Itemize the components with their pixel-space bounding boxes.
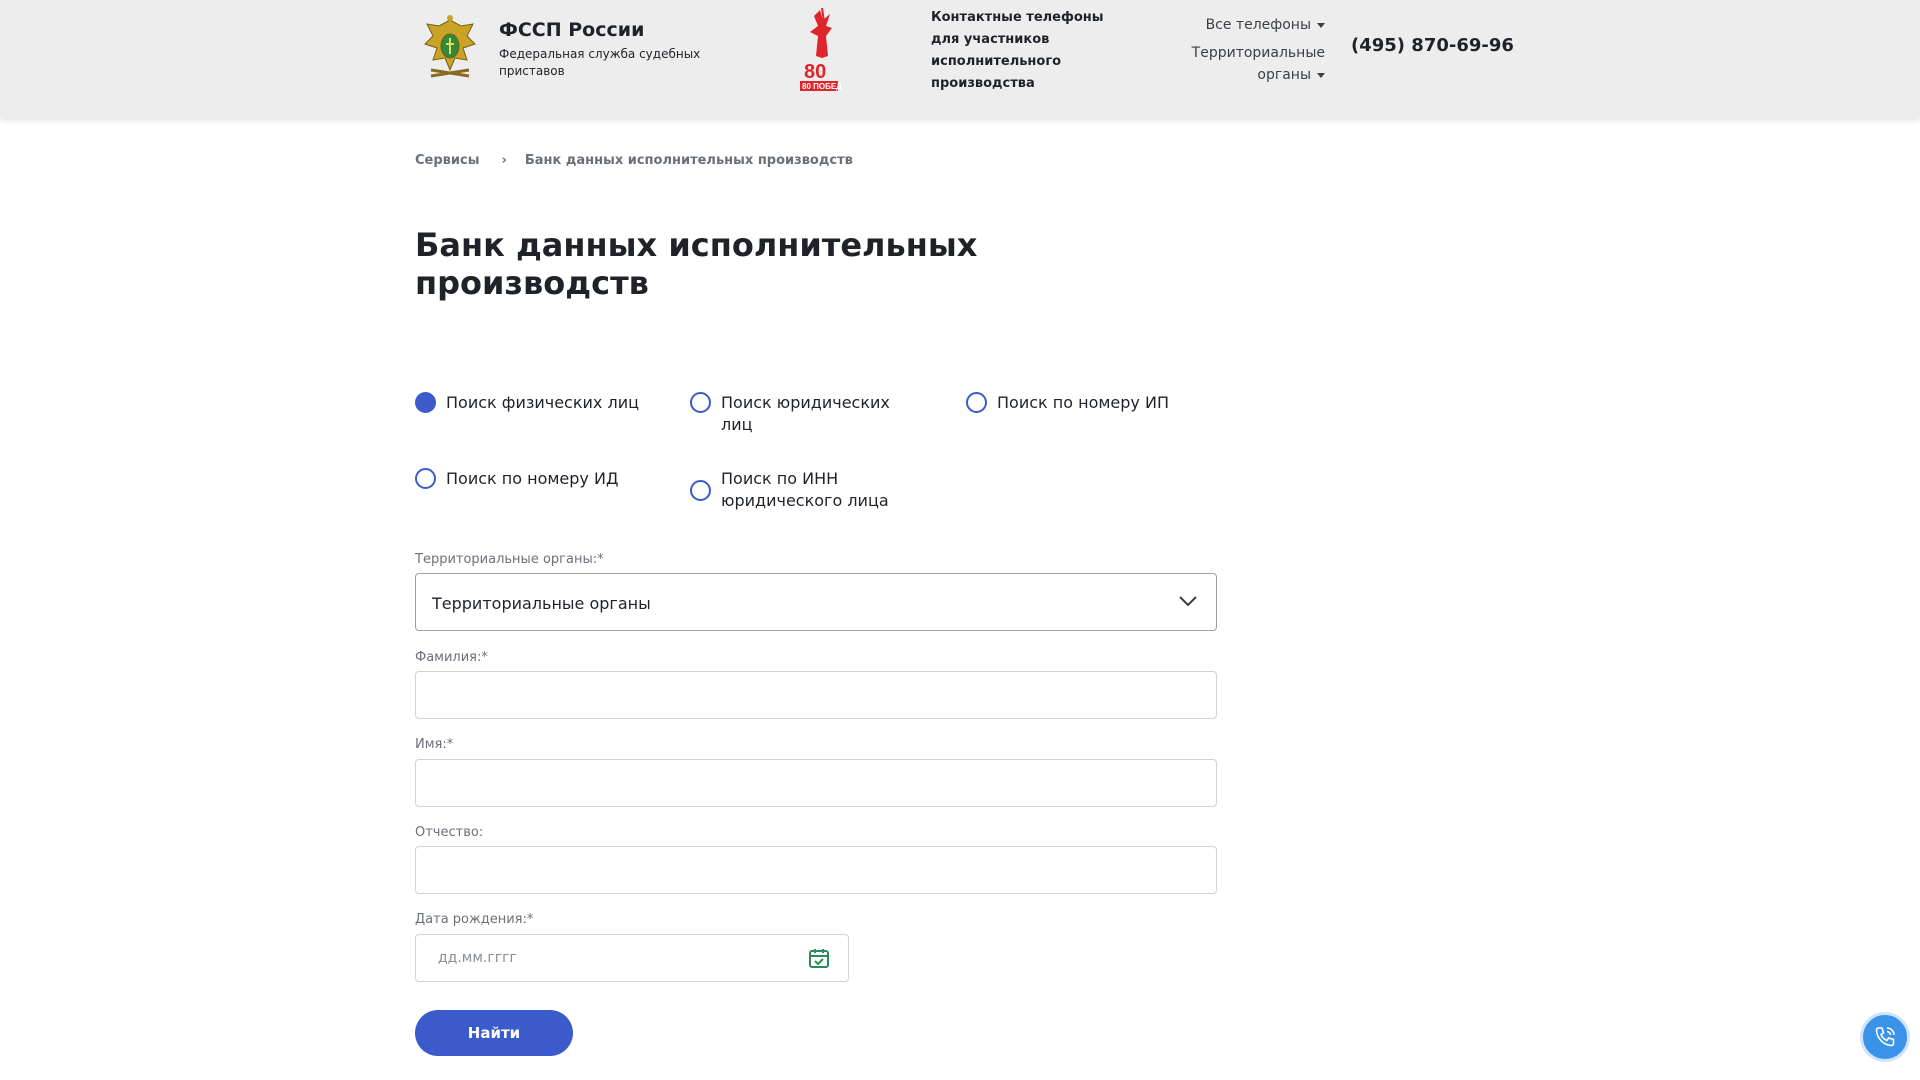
brand-subtitle: Федеральная служба судебных приставов	[499, 47, 701, 78]
territorial-select-value: Территориальные органы	[432, 594, 651, 613]
radio-label: Поиск по ИНН юридического лица	[721, 469, 889, 510]
radio-label: Поиск по номеру ИД	[446, 469, 619, 488]
radio-label: Поиск по номеру ИП	[997, 393, 1169, 412]
radio-label: Поиск физических лиц	[446, 393, 639, 412]
calendar-icon[interactable]	[808, 947, 830, 969]
all-phones-dropdown[interactable]: Все телефоны	[1150, 17, 1325, 33]
radio-legal-entities[interactable]: Поиск юридических лиц	[690, 392, 921, 436]
search-button[interactable]: Найти	[415, 1010, 573, 1056]
radio-inn[interactable]: Поиск по ИНН юридического лица	[690, 468, 911, 512]
breadcrumb-separator: ›	[501, 153, 507, 168]
radio-id-number[interactable]: Поиск по номеру ИД	[415, 468, 646, 490]
radio-indicator[interactable]	[415, 392, 436, 413]
birthdate-placeholder: дд.мм.гггг	[438, 950, 517, 966]
lastname-label: Фамилия:*	[415, 650, 488, 665]
territorial-select[interactable]: Территориальные органы	[415, 573, 1217, 631]
all-phones-label: Все телефоны	[1205, 17, 1311, 33]
contacts-heading: Контактные телефоны для участников испол…	[931, 10, 1104, 91]
patronymic-input[interactable]	[415, 846, 1217, 894]
radio-individuals[interactable]: Поиск физических лиц	[415, 392, 646, 414]
lastname-input[interactable]	[415, 671, 1217, 719]
territorial-label: Территориальные органы	[1191, 45, 1325, 83]
page-title: Банк данных исполнительных производств	[415, 226, 978, 302]
radio-indicator[interactable]	[966, 392, 987, 413]
territorial-field-label: Территориальные органы:*	[415, 552, 604, 567]
territorial-dropdown[interactable]: Территориальные органы	[1160, 42, 1325, 86]
call-button[interactable]	[1860, 1012, 1910, 1062]
radio-ip-number[interactable]: Поиск по номеру ИП	[966, 392, 1197, 414]
svg-text:80: 80	[804, 61, 826, 83]
emblem-icon[interactable]	[419, 14, 481, 84]
caret-down-icon	[1317, 22, 1325, 28]
breadcrumb-current: Банк данных исполнительных производств	[524, 153, 853, 168]
breadcrumb-services[interactable]: Сервисы	[415, 153, 479, 168]
hotline-phone[interactable]: (495) 870-69-96	[1351, 35, 1514, 56]
radio-indicator[interactable]	[415, 468, 436, 489]
firstname-input[interactable]	[415, 759, 1217, 807]
breadcrumb: Сервисы › Банк данных исполнительных про…	[415, 153, 853, 168]
site-header: ФССП России Федеральная служба судебных …	[0, 0, 1920, 118]
brand-title[interactable]: ФССП России	[499, 19, 644, 41]
radio-label: Поиск юридических лиц	[721, 393, 890, 434]
caret-down-icon	[1317, 72, 1325, 78]
firstname-label: Имя:*	[415, 737, 454, 752]
victory-icon[interactable]: 80 80 ПОБЕДА!	[796, 6, 850, 94]
phone-call-icon	[1875, 1027, 1895, 1047]
radio-indicator[interactable]	[690, 392, 711, 413]
radio-indicator[interactable]	[690, 479, 711, 501]
birthdate-label: Дата рождения:*	[415, 912, 534, 927]
birthdate-input[interactable]: дд.мм.гггг	[415, 934, 849, 982]
victory-badge-text: 80 ПОБЕДА!	[802, 82, 842, 91]
patronymic-label: Отчество:	[415, 825, 484, 840]
chevron-down-icon	[1179, 596, 1197, 607]
